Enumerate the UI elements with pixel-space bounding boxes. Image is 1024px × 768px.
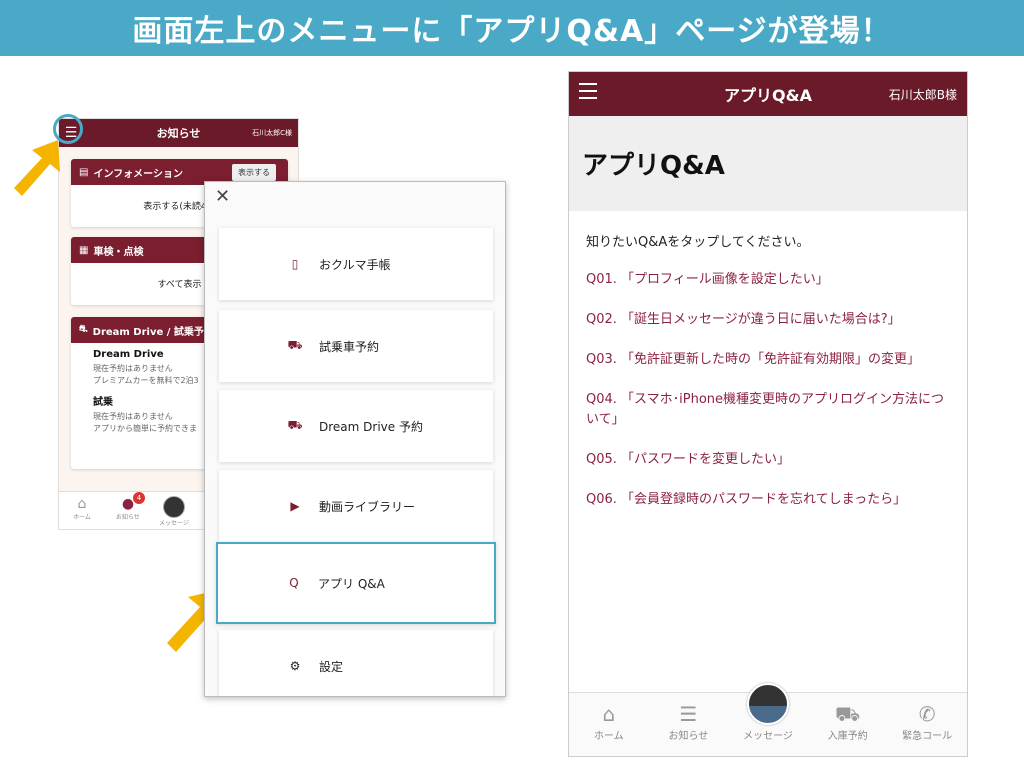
qa-link[interactable]: Q04. 「スマホ･iPhone機種変更時のアプリログイン方法について」 <box>586 390 949 430</box>
tab-label: ホーム <box>73 514 91 521</box>
qa-link[interactable]: Q01. 「プロフィール画像を設定したい」 <box>586 270 949 290</box>
menu-item-dream-drive[interactable]: ⛟ Dream Drive 予約 <box>219 390 493 462</box>
menu-item-label: 試乗車予約 <box>319 339 380 354</box>
menu-item-label: 設定 <box>319 659 344 674</box>
tab-label: ホーム <box>593 731 624 742</box>
qa-link[interactable]: Q03. 「免許証更新した時の「免許証有効期限」の変更」 <box>586 350 949 370</box>
show-button[interactable]: 表示する <box>232 164 276 181</box>
tab-label: お知らせ <box>116 514 140 521</box>
menu-item-car-notebook[interactable]: ▯ おクルマ手帳 <box>219 228 493 300</box>
arrow-pointer-icon <box>14 140 60 196</box>
qa-icon: Q <box>289 576 299 590</box>
tab-home[interactable]: ⌂ ホーム <box>59 492 105 529</box>
gear-icon: ⚙ <box>289 659 301 673</box>
menu-item-video-library[interactable]: ▶ 動画ライブラリー <box>219 470 493 542</box>
document-icon: ▤ <box>79 166 89 178</box>
menu-item-label: 動画ライブラリー <box>319 499 416 514</box>
tab-label: お知らせ <box>668 731 709 742</box>
top-banner: 画面左上のメニューに「アプリQ&A」ページが登場！ <box>0 0 1024 56</box>
chat-icon: ☰ <box>679 702 698 726</box>
small-phone-header: ☰ お知らせ 石川太郎C様 <box>59 119 298 147</box>
tab-messages[interactable]: メッセージ <box>728 683 808 756</box>
menu-item-test-drive[interactable]: ⛟ 試乗車予約 <box>219 310 493 382</box>
avatar <box>746 683 789 725</box>
tab-label: 入庫予約 <box>827 731 868 742</box>
large-phone-header: アプリQ&A 石川太郎B様 <box>569 72 967 116</box>
header-user: 石川太郎B様 <box>888 87 957 102</box>
tab-notices[interactable]: ☰ お知らせ <box>649 693 729 756</box>
tab-label: メッセージ <box>159 520 189 527</box>
tab-emergency-call[interactable]: ✆ 緊急コール <box>887 693 967 756</box>
calendar-icon: ▦ <box>79 244 89 256</box>
dream-drive-card-title: Dream Drive / 試乗予 <box>92 326 204 338</box>
qa-link[interactable]: Q05. 「パスワードを変更したい」 <box>586 450 949 470</box>
qa-link[interactable]: Q02. 「誕生日メッセージが違う日に届いた場合は?」 <box>586 310 949 330</box>
page-title: アプリQ&A <box>582 151 725 181</box>
banner-text: 画面左上のメニューに「アプリQ&A」ページが登場！ <box>132 14 892 49</box>
car-icon: ⛐ <box>79 323 88 335</box>
intro-text: 知りたいQ&Aをタップしてください。 <box>586 235 810 250</box>
avatar <box>163 496 185 518</box>
page-title-bar: アプリQ&A <box>569 116 967 211</box>
large-phone-screenshot: アプリQ&A 石川太郎B様 アプリQ&A 知りたいQ&Aをタップしてください。 … <box>568 71 968 757</box>
information-card-title: インフォメーション <box>93 168 183 180</box>
home-icon: ⌂ <box>602 702 616 726</box>
car-icon: ⛟ <box>834 702 861 726</box>
tab-label: メッセージ <box>743 731 793 742</box>
small-phone-user: 石川太郎C様 <box>252 129 292 137</box>
tab-messages[interactable]: メッセージ <box>151 492 197 529</box>
large-phone-tabbar: ⌂ ホーム ☰ お知らせ メッセージ ⛟ 入庫予約 ✆ 緊急コール <box>569 683 967 756</box>
car-clock-icon: ⛟ <box>287 418 303 432</box>
unread-badge: 4 <box>133 492 145 504</box>
side-menu-panel: ✕ ▯ おクルマ手帳 ⛟ 試乗車予約 ⛟ Dream Drive 予約 ▶ 動画… <box>204 181 506 697</box>
tab-service-booking[interactable]: ⛟ 入庫予約 <box>808 693 888 756</box>
menu-item-label: Dream Drive 予約 <box>319 419 423 434</box>
home-icon: ⌂ <box>77 496 87 512</box>
tab-home[interactable]: ⌂ ホーム <box>569 693 649 756</box>
car-icon: ⛟ <box>287 338 303 352</box>
tab-label: 緊急コール <box>902 731 953 742</box>
menu-item-app-qa[interactable]: Q アプリ Q&A <box>216 542 496 624</box>
notebook-icon: ▯ <box>291 257 299 271</box>
menu-item-label: おクルマ手帳 <box>319 257 391 272</box>
tab-notices[interactable]: ● 4 お知らせ <box>105 492 151 529</box>
menu-item-settings[interactable]: ⚙ 設定 <box>219 630 493 696</box>
qa-content: 知りたいQ&Aをタップしてください。 Q01. 「プロフィール画像を設定したい」… <box>569 211 967 510</box>
youtube-icon: ▶ <box>290 499 300 513</box>
phone-icon: ✆ <box>918 702 936 726</box>
inspection-card-title: 車検・点検 <box>93 246 144 258</box>
qa-link[interactable]: Q06. 「会員登録時のパスワードを忘れてしまったら」 <box>586 490 949 510</box>
close-icon[interactable]: ✕ <box>215 186 230 207</box>
menu-item-label: アプリ Q&A <box>318 576 385 591</box>
